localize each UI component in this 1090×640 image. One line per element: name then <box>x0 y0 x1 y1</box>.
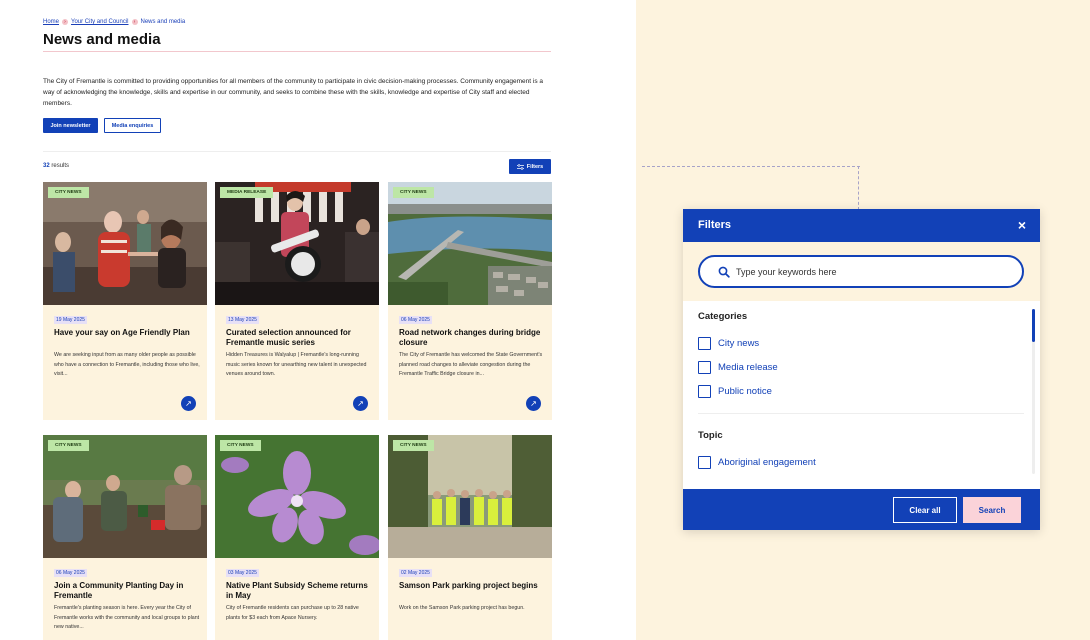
arrow-up-right-icon[interactable]: ↗ <box>181 396 196 411</box>
card-tag: MEDIA RELEASE <box>220 187 274 198</box>
checkbox[interactable] <box>698 361 711 374</box>
search-button[interactable]: Search <box>963 497 1021 523</box>
checkbox-media-release[interactable]: Media release <box>698 361 778 374</box>
connector-line <box>858 166 859 210</box>
card-title[interactable]: Samson Park parking project begins <box>399 581 545 591</box>
keyword-search[interactable] <box>698 255 1024 288</box>
checkbox-label: City news <box>718 338 760 349</box>
card-date: 06 May 2025 <box>399 316 432 324</box>
scrollbar-thumb[interactable] <box>1032 309 1035 342</box>
modal-title: Filters <box>698 219 732 231</box>
card-image: CITY NEWS <box>388 182 552 305</box>
close-icon[interactable]: × <box>1018 217 1026 233</box>
checkbox-aboriginal-engagement[interactable]: Aboriginal engagement <box>698 456 816 469</box>
card-tag: CITY NEWS <box>220 440 261 451</box>
card-image: CITY NEWS <box>388 435 552 558</box>
filters-icon <box>516 163 524 170</box>
intro-text: The City of Fremantle is committed to pr… <box>43 78 543 107</box>
checkbox[interactable] <box>698 456 711 469</box>
card-tag: CITY NEWS <box>48 187 89 198</box>
page-title: News and media <box>43 31 161 48</box>
results-number: 32 <box>43 163 50 169</box>
topic-heading: Topic <box>698 430 723 441</box>
connector-line <box>642 166 860 167</box>
card-image: CITY NEWS <box>43 182 207 305</box>
breadcrumb-separator-icon: › <box>131 19 138 25</box>
breadcrumb-home[interactable]: Home <box>43 19 59 25</box>
card-date: 13 May 2025 <box>226 316 259 324</box>
band-photo <box>215 182 379 305</box>
card-title[interactable]: Have your say on Age Friendly Plan <box>54 328 200 338</box>
native-flower-photo <box>215 435 379 558</box>
park-workers-photo <box>388 435 552 558</box>
title-divider <box>43 51 551 52</box>
news-card[interactable]: CITY NEWS 06 May 2025 Road network chang… <box>388 182 552 420</box>
card-tag: CITY NEWS <box>393 187 434 198</box>
bridge-aerial-photo <box>388 182 552 305</box>
breadcrumb-separator-icon: › <box>62 19 69 25</box>
card-title[interactable]: Join a Community Planting Day in Fremant… <box>54 581 200 601</box>
card-date: 03 May 2025 <box>226 569 259 577</box>
news-page: Home › Your City and Council › News and … <box>0 0 636 640</box>
checkbox[interactable] <box>698 385 711 398</box>
search-icon <box>718 266 730 278</box>
arrow-up-right-icon[interactable]: ↗ <box>526 396 541 411</box>
filters-button-label: Filters <box>526 163 544 170</box>
card-title[interactable]: Curated selection announced for Fremantl… <box>226 328 372 348</box>
arrow-up-right-icon[interactable]: ↗ <box>353 396 368 411</box>
dancing-photo <box>43 182 207 305</box>
media-enquiries-button[interactable]: Media enquiries <box>104 118 161 133</box>
card-excerpt: Work on the Samson Park parking project … <box>399 605 525 611</box>
news-card[interactable]: CITY NEWS 02 May 2025 Samson Park parkin… <box>388 435 552 640</box>
checkbox-label: Aboriginal engagement <box>718 457 816 468</box>
news-card[interactable]: CITY NEWS 03 May 2025 Native Plant Subsi… <box>215 435 379 640</box>
planting-photo <box>43 435 207 558</box>
filters-modal: Filters × Categories City news Media rel… <box>683 209 1040 530</box>
card-excerpt: We are seeking input from as many older … <box>54 352 200 377</box>
card-excerpt: Fremantle's planting season is here. Eve… <box>54 605 200 630</box>
section-divider <box>43 151 551 152</box>
search-input[interactable] <box>736 266 1006 277</box>
card-tag: CITY NEWS <box>48 440 89 451</box>
join-newsletter-button[interactable]: Join newsletter <box>43 118 98 133</box>
checkbox[interactable] <box>698 337 711 350</box>
card-image: CITY NEWS <box>215 435 379 558</box>
section-divider <box>698 413 1024 414</box>
filters-button[interactable]: Filters <box>509 159 551 174</box>
breadcrumb: Home › Your City and Council › News and … <box>43 19 185 25</box>
breadcrumb-current: News and media <box>140 19 186 25</box>
filters-preview-area: Filters × Categories City news Media rel… <box>636 0 1090 640</box>
checkbox-city-news[interactable]: City news <box>698 337 759 350</box>
news-card[interactable]: CITY NEWS 06 May 2025 Join a Community P… <box>43 435 207 640</box>
card-title[interactable]: Native Plant Subsidy Scheme returns in M… <box>226 581 372 601</box>
news-card[interactable]: CITY NEWS 19 May 2025 Have your say on A… <box>43 182 207 420</box>
checkbox-label: Public notice <box>718 386 772 397</box>
card-tag: CITY NEWS <box>393 440 434 451</box>
news-card[interactable]: MEDIA RELEASE 13 May 2025 Curated select… <box>215 182 379 420</box>
results-count: 32 results <box>43 163 69 169</box>
card-date: 19 May 2025 <box>54 316 87 324</box>
breadcrumb-city-council[interactable]: Your City and Council <box>71 19 128 25</box>
modal-header: Filters × <box>683 209 1040 242</box>
filter-options[interactable]: Categories City news Media release Publi… <box>683 301 1040 489</box>
card-excerpt: Hidden Treasures is Walyalup | Fremantle… <box>226 352 367 377</box>
categories-heading: Categories <box>698 311 748 322</box>
results-label: results <box>51 163 70 169</box>
card-date: 02 May 2025 <box>399 569 432 577</box>
checkbox-label: Media release <box>718 362 778 373</box>
card-excerpt: City of Fremantle residents can purchase… <box>226 605 359 621</box>
modal-footer: Clear all Search <box>683 489 1040 530</box>
checkbox-public-notice[interactable]: Public notice <box>698 385 772 398</box>
card-image: MEDIA RELEASE <box>215 182 379 305</box>
card-image: CITY NEWS <box>43 435 207 558</box>
card-title[interactable]: Road network changes during bridge closu… <box>399 328 545 348</box>
clear-all-button[interactable]: Clear all <box>893 497 957 523</box>
card-date: 06 May 2025 <box>54 569 87 577</box>
card-excerpt: The City of Fremantle has welcomed the S… <box>399 352 543 377</box>
